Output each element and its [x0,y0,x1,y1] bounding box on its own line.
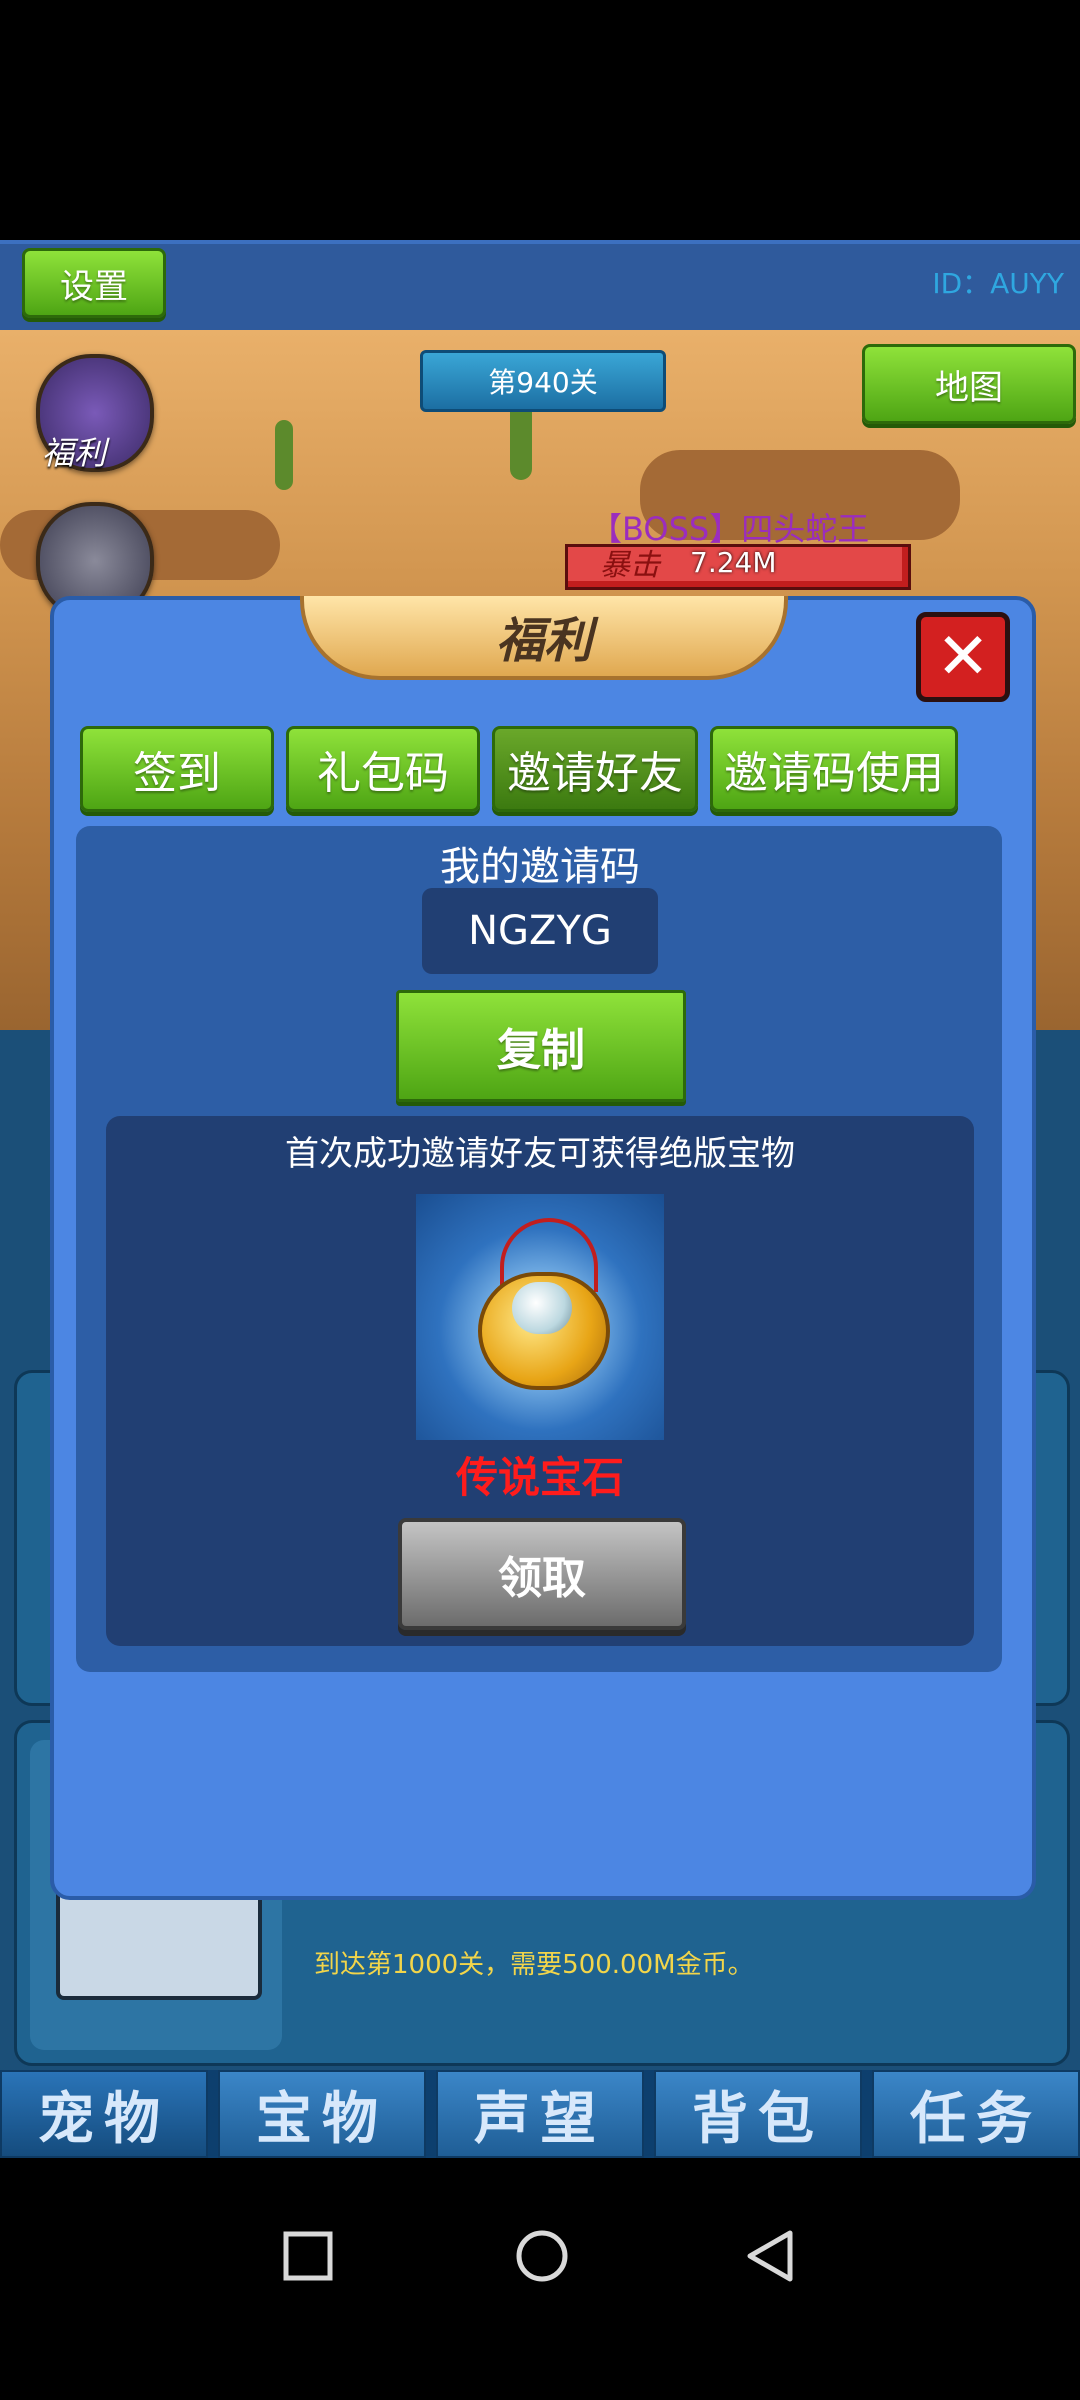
tab-treasure[interactable]: 宝物 [218,2070,426,2158]
tab-use-invite-code[interactable]: 邀请码使用 [710,726,958,812]
level-banner: 第940关 [420,350,666,412]
tab-backpack[interactable]: 背包 [654,2070,862,2158]
dialog-title: 福利 [300,596,788,680]
claim-button[interactable]: 领取 [398,1518,686,1630]
back-icon[interactable] [742,2228,798,2284]
settings-button[interactable]: 设置 [22,248,166,318]
level-requirement-text: 到达第1000关，需要500.00M金币。 [314,1950,754,1980]
system-nav-bar [0,2158,1080,2400]
tab-checkin[interactable]: 签到 [80,726,274,812]
player-id: ID：AUYY [932,267,1064,300]
invite-code-value: NGZYG [422,888,658,974]
map-button[interactable]: 地图 [862,344,1076,424]
boss-hp-value: 7.24M [690,546,777,579]
bottom-tab-bar: 宠物 宝物 声望 背包 任务 [0,2070,1080,2158]
tab-gift-code[interactable]: 礼包码 [286,726,480,812]
reward-description: 首次成功邀请好友可获得绝版宝物 [285,1134,795,1174]
reward-name: 传说宝石 [455,1453,624,1502]
tab-invite-friends[interactable]: 邀请好友 [492,726,698,812]
close-icon: ✕ [936,620,990,694]
tab-reputation[interactable]: 声望 [436,2070,644,2158]
crit-label: 暴击 [600,548,660,583]
my-invite-code-label: 我的邀请码 [440,844,640,890]
welfare-icon-label: 福利 [42,434,107,472]
gem-stone [512,1282,572,1334]
home-icon[interactable] [514,2228,570,2284]
recents-icon[interactable] [282,2230,334,2282]
copy-button[interactable]: 复制 [396,990,686,1102]
tab-tasks[interactable]: 任务 [872,2070,1080,2158]
tab-pet[interactable]: 宠物 [0,2070,208,2158]
close-button[interactable]: ✕ [916,612,1010,702]
cactus [275,420,293,490]
